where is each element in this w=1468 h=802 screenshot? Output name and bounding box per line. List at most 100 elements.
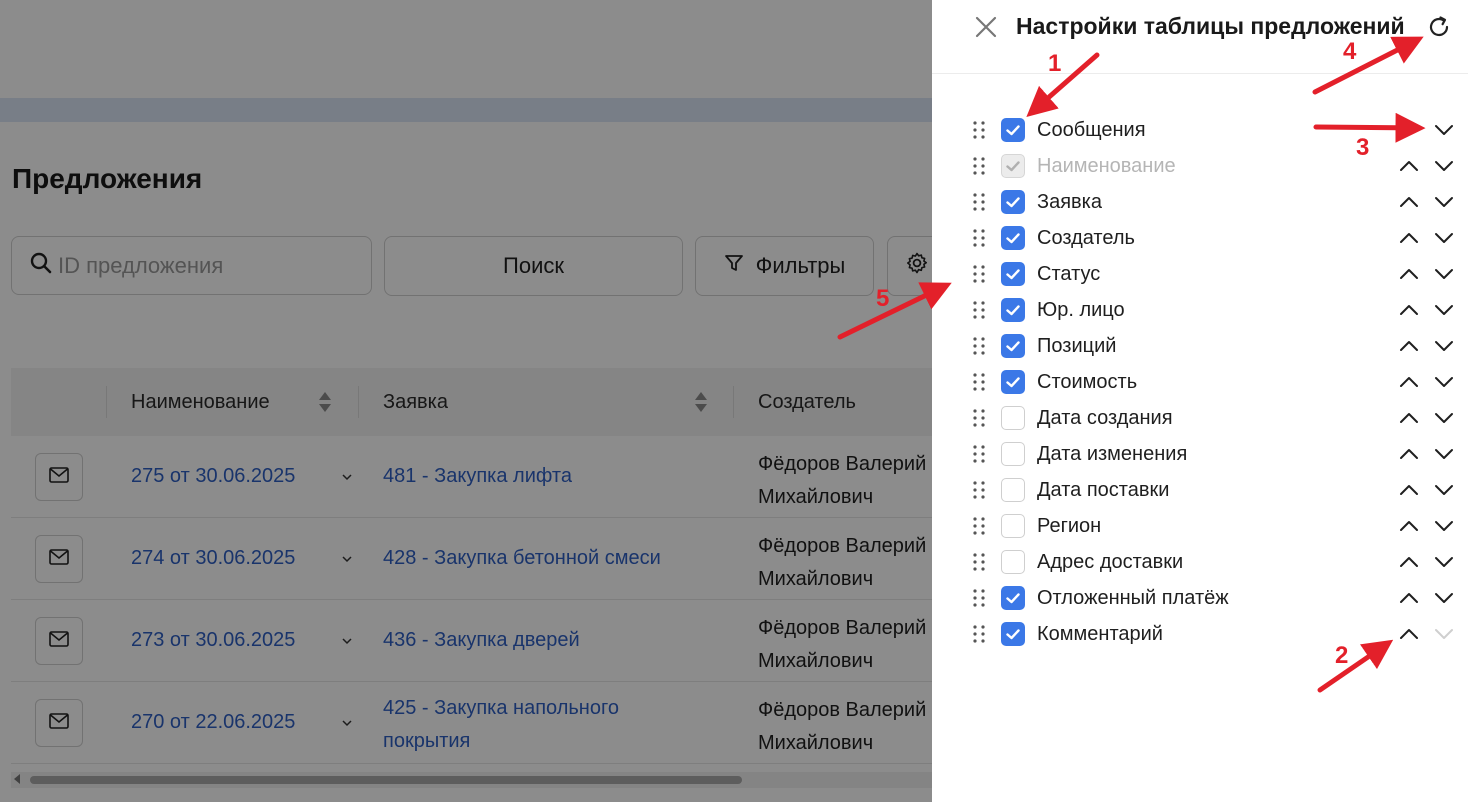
column-label: Создатель [1037,227,1135,249]
panel-title: Настройки таблицы предложений [1016,13,1405,39]
annotation-number-1: 1 [1048,50,1062,77]
drag-handle-icon[interactable] [972,264,986,284]
annotation-number-4: 4 [1343,38,1357,65]
drag-handle-icon[interactable] [972,228,986,248]
panel-header: Настройки таблицы предложений [932,0,1468,74]
move-up-icon[interactable] [1398,515,1420,537]
move-up-icon[interactable] [1398,335,1420,357]
column-checkbox[interactable] [1001,370,1025,394]
move-down-icon[interactable] [1433,119,1455,141]
move-down-icon[interactable] [1433,263,1455,285]
column-checkbox[interactable] [1001,442,1025,466]
column-checkbox [1001,154,1025,178]
column-setting-row: Создатель [932,220,1468,256]
drag-handle-icon[interactable] [972,552,986,572]
move-down-icon[interactable] [1433,515,1455,537]
move-down-icon[interactable] [1433,191,1455,213]
move-down-icon[interactable] [1433,551,1455,573]
drag-handle-icon[interactable] [972,156,986,176]
table-settings-panel: Настройки таблицы предложений Сообщения Н… [932,0,1468,802]
drag-handle-icon[interactable] [972,336,986,356]
column-label: Отложенный платёж [1037,587,1229,609]
drag-handle-icon[interactable] [972,624,986,644]
move-up-icon[interactable] [1398,227,1420,249]
drag-handle-icon[interactable] [972,120,986,140]
move-up-icon[interactable] [1398,407,1420,429]
column-label: Комментарий [1037,623,1163,645]
column-label: Заявка [1037,191,1102,213]
move-up-icon[interactable] [1398,587,1420,609]
drag-handle-icon[interactable] [972,372,986,392]
move-up-icon[interactable] [1398,191,1420,213]
annotation-number-5: 5 [876,285,890,312]
move-up-icon[interactable] [1398,263,1420,285]
column-setting-row: Регион [932,508,1468,544]
column-label: Дата изменения [1037,443,1188,465]
column-setting-row: Сообщения [932,112,1468,148]
move-up-icon[interactable] [1398,443,1420,465]
column-setting-row: Статус [932,256,1468,292]
move-up-icon[interactable] [1398,371,1420,393]
column-checkbox[interactable] [1001,190,1025,214]
column-checkbox[interactable] [1001,514,1025,538]
column-checkbox[interactable] [1001,406,1025,430]
column-setting-row: Дата создания [932,400,1468,436]
column-setting-row: Позиций [932,328,1468,364]
column-checkbox[interactable] [1001,262,1025,286]
column-checkbox[interactable] [1001,334,1025,358]
move-up-icon[interactable] [1398,155,1420,177]
annotation-number-3: 3 [1356,134,1370,161]
move-down-icon[interactable] [1433,587,1455,609]
column-setting-row: Отложенный платёж [932,580,1468,616]
drag-handle-icon[interactable] [972,588,986,608]
column-setting-row: Стоимость [932,364,1468,400]
annotation-number-2: 2 [1335,642,1349,669]
column-label: Статус [1037,263,1101,285]
column-setting-row: Юр. лицо [932,292,1468,328]
move-up-icon[interactable] [1398,299,1420,321]
move-down-icon[interactable] [1433,479,1455,501]
move-down-icon[interactable] [1433,335,1455,357]
column-checkbox[interactable] [1001,298,1025,322]
reset-icon[interactable] [1426,14,1452,40]
modal-backdrop[interactable] [0,0,932,802]
column-checkbox[interactable] [1001,622,1025,646]
move-down-icon [1433,623,1455,645]
move-up-icon[interactable] [1398,623,1420,645]
column-setting-row: Комментарий [932,616,1468,652]
move-down-icon[interactable] [1433,407,1455,429]
move-down-icon[interactable] [1433,299,1455,321]
move-down-icon[interactable] [1433,227,1455,249]
drag-handle-icon[interactable] [972,444,986,464]
drag-handle-icon[interactable] [972,480,986,500]
column-checkbox[interactable] [1001,226,1025,250]
drag-handle-icon[interactable] [972,408,986,428]
column-label: Сообщения [1037,119,1146,141]
column-label: Стоимость [1037,371,1138,393]
move-up-icon[interactable] [1398,551,1420,573]
drag-handle-icon[interactable] [972,192,986,212]
drag-handle-icon[interactable] [972,300,986,320]
drag-handle-icon[interactable] [972,516,986,536]
column-label: Наименование [1037,155,1176,177]
column-list: Сообщения Наименование Заявка Создатель Стат… [932,112,1468,652]
column-checkbox[interactable] [1001,550,1025,574]
column-label: Дата поставки [1037,479,1170,501]
column-setting-row: Наименование [932,148,1468,184]
close-icon[interactable] [972,13,1000,41]
column-label: Регион [1037,515,1102,537]
column-checkbox[interactable] [1001,478,1025,502]
column-checkbox[interactable] [1001,118,1025,142]
column-checkbox[interactable] [1001,586,1025,610]
move-down-icon[interactable] [1433,371,1455,393]
column-label: Дата создания [1037,407,1173,429]
column-label: Позиций [1037,335,1117,357]
column-label: Юр. лицо [1037,299,1125,321]
column-setting-row: Адрес доставки [932,544,1468,580]
move-up-icon[interactable] [1398,479,1420,501]
column-setting-row: Дата поставки [932,472,1468,508]
column-setting-row: Заявка [932,184,1468,220]
move-down-icon[interactable] [1433,155,1455,177]
move-down-icon[interactable] [1433,443,1455,465]
column-setting-row: Дата изменения [932,436,1468,472]
